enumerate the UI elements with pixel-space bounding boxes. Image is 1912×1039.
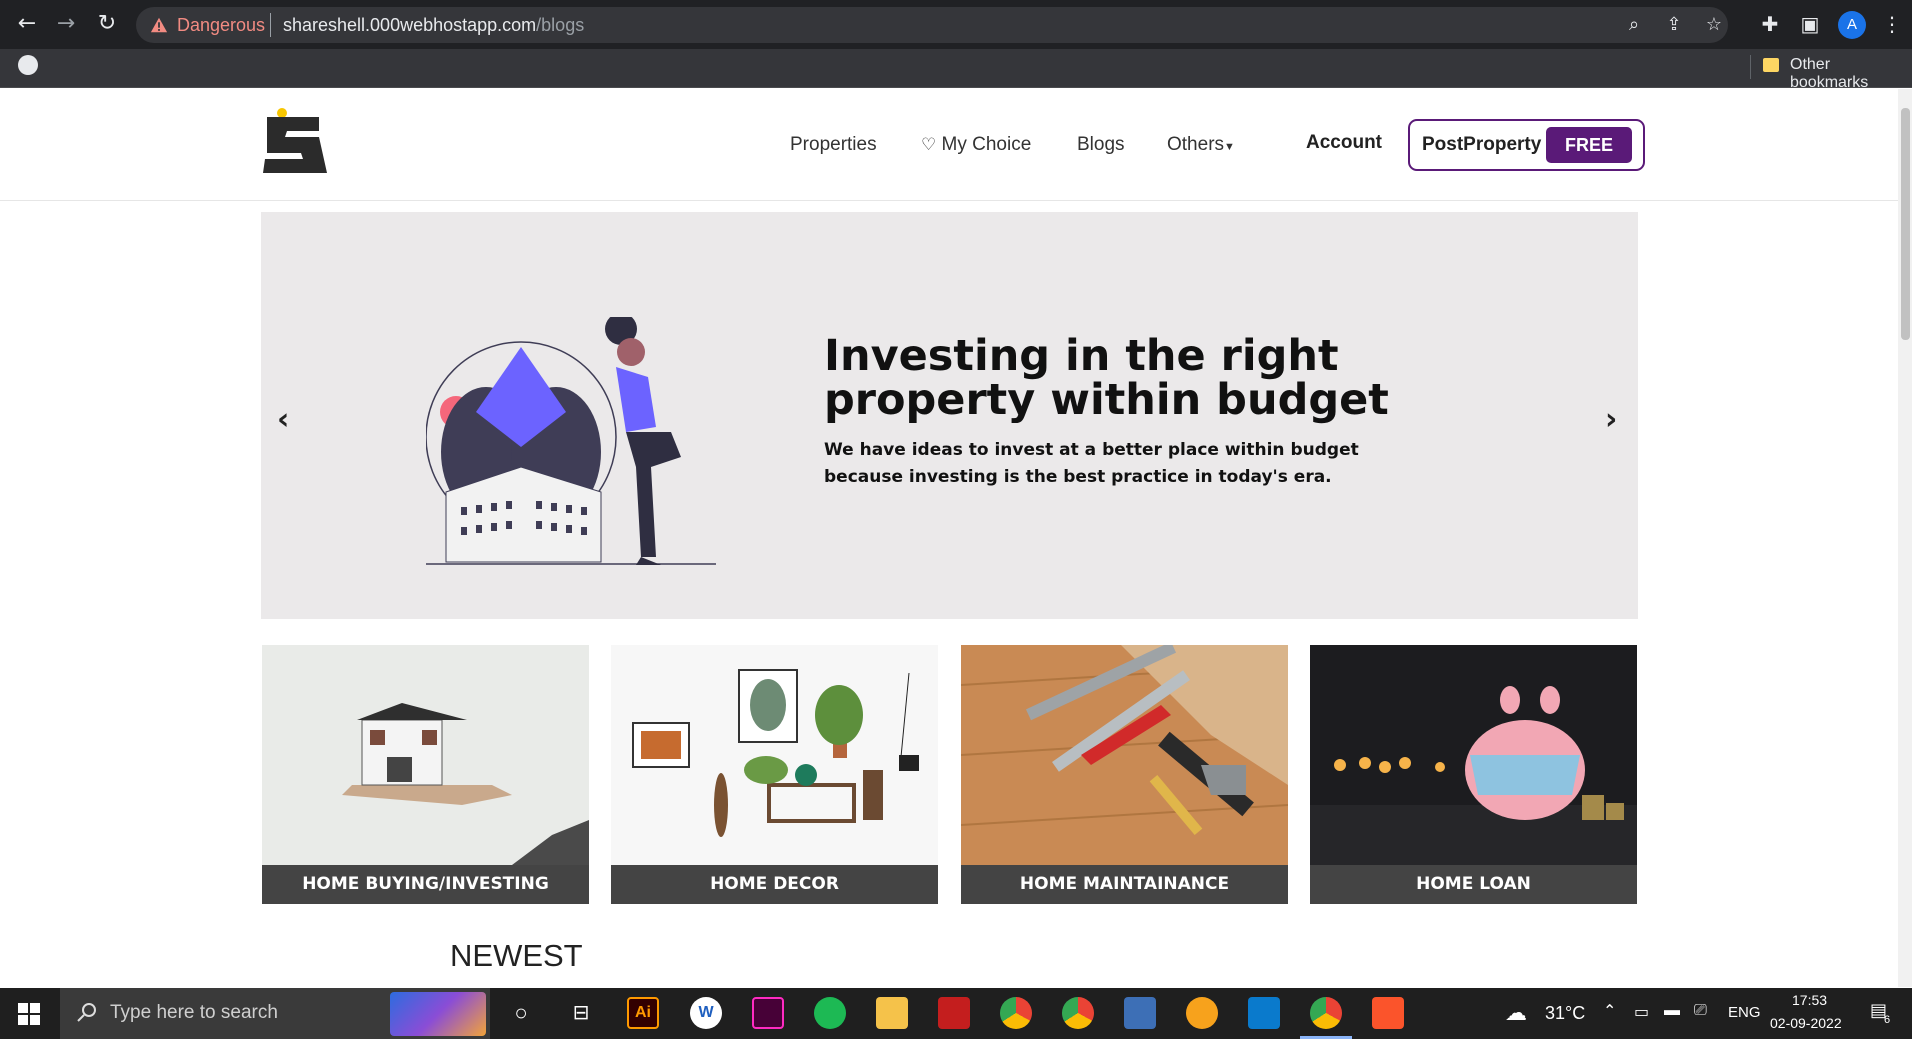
category-card-decor[interactable]: HOME DECOR [611, 645, 938, 904]
display-icon[interactable]: ⎚ [1694, 1002, 1707, 1020]
caret-down-icon: ▼ [1224, 141, 1235, 153]
cortana-icon[interactable]: ○ [505, 997, 537, 1029]
nav-my-choice[interactable]: ♡ My Choice [921, 134, 1031, 156]
account-link[interactable]: Account [1306, 132, 1382, 154]
search-icon [77, 1003, 96, 1022]
globe-icon[interactable] [18, 55, 38, 75]
warning-icon [150, 17, 168, 33]
extensions-icon[interactable]: ✚ [1756, 10, 1784, 38]
windows-start-icon[interactable] [18, 1003, 40, 1025]
notification-count: 6 [1884, 1014, 1891, 1026]
hero-subtitle: We have ideas to invest at a better plac… [824, 440, 1359, 487]
file-explorer-icon[interactable] [876, 997, 908, 1029]
site-logo[interactable] [261, 107, 329, 175]
category-label: HOME LOAN [1310, 865, 1637, 904]
tray-chevron-icon[interactable]: ⌃ [1603, 1001, 1616, 1021]
illustrator-icon[interactable]: Ai [627, 997, 659, 1029]
url-text[interactable]: shareshell.000webhostapp.com/blogs [283, 15, 584, 36]
share-icon[interactable]: ⇪ [1662, 13, 1686, 37]
category-card-buying[interactable]: HOME BUYING/INVESTING [262, 645, 589, 904]
vscode-icon[interactable] [1248, 997, 1280, 1029]
chrome-icon[interactable] [1000, 997, 1032, 1029]
app-red-icon[interactable] [938, 997, 970, 1029]
piggy-bank-image [1310, 645, 1637, 865]
url-divider [270, 13, 271, 37]
bookmarks-divider [1750, 55, 1751, 79]
reload-icon[interactable]: ↻ [93, 10, 121, 38]
brave-icon[interactable] [1372, 997, 1404, 1029]
weather-icon[interactable]: ☁ [1505, 1000, 1527, 1026]
forward-icon[interactable]: → [52, 10, 80, 38]
adobe-xd-icon[interactable] [752, 997, 784, 1029]
laptop-app-icon[interactable] [1124, 997, 1156, 1029]
security-label[interactable]: Dangerous [177, 15, 265, 36]
post-property-label: PostProperty [1422, 134, 1542, 155]
nav-blogs[interactable]: Blogs [1077, 134, 1125, 156]
folder-icon [1763, 58, 1779, 72]
property-illustration [426, 317, 716, 565]
spotify-icon[interactable] [814, 997, 846, 1029]
nav-others[interactable]: Others▼ [1167, 134, 1235, 156]
carousel-prev-button[interactable]: ‹ [277, 402, 289, 437]
app-orange-icon[interactable] [1186, 997, 1218, 1029]
network-icon[interactable]: ▭ [1634, 1002, 1649, 1022]
bookmark-star-icon[interactable]: ☆ [1702, 13, 1726, 37]
category-label: HOME DECOR [611, 865, 938, 904]
home-decor-image [611, 645, 938, 865]
category-card-maintenance[interactable]: HOME MAINTAINANCE [961, 645, 1288, 904]
hero-carousel: ‹ Investing in the right property within… [261, 212, 1638, 619]
address-bar[interactable]: Dangerous shareshell.000webhostapp.com/b… [136, 7, 1728, 43]
category-card-loan[interactable]: HOME LOAN [1310, 645, 1637, 904]
house-model-image [262, 645, 589, 865]
nav-properties[interactable]: Properties [790, 134, 877, 156]
menu-icon[interactable]: ⋮ [1878, 10, 1906, 38]
weather-temp[interactable]: 31°C [1545, 1003, 1585, 1024]
search-placeholder: Type here to search [110, 1002, 278, 1023]
taskbar: Type here to search ○ ⊟ Ai W ☁ 31°C ⌃ ▭ … [0, 988, 1912, 1039]
chrome-active-icon[interactable] [1310, 997, 1342, 1029]
clock-time[interactable]: 17:53 [1792, 992, 1827, 1008]
bookmarks-bar [0, 49, 1912, 88]
category-label: HOME MAINTAINANCE [961, 865, 1288, 904]
browser-toolbar: ← → ↻ Dangerous shareshell.000webhostapp… [0, 0, 1912, 49]
back-icon[interactable]: ← [13, 10, 41, 38]
word-icon[interactable]: W [690, 997, 722, 1029]
heart-icon: ♡ [921, 135, 937, 155]
side-panel-icon[interactable]: ▣ [1796, 10, 1824, 38]
zoom-icon[interactable]: ⌕ [1622, 13, 1646, 37]
taskbar-search[interactable]: Type here to search [60, 988, 490, 1039]
language-indicator[interactable]: ENG [1728, 1004, 1761, 1021]
chrome-profile-icon[interactable] [1062, 997, 1094, 1029]
hero-title: Investing in the right property within b… [824, 331, 1389, 425]
tools-image [961, 645, 1288, 865]
carousel-next-button[interactable]: › [1605, 402, 1617, 437]
other-bookmarks[interactable]: Other bookmarks [1790, 56, 1912, 92]
post-property-button[interactable]: PostProperty FREE [1408, 119, 1645, 171]
search-highlight-art [390, 992, 486, 1036]
scrollbar-thumb[interactable] [1901, 108, 1910, 340]
clock-date[interactable]: 02-09-2022 [1770, 1015, 1842, 1031]
free-badge: FREE [1546, 127, 1632, 163]
site-header: Properties ♡ My Choice Blogs Others▼ Acc… [0, 89, 1898, 201]
category-label: HOME BUYING/INVESTING [262, 865, 589, 904]
battery-icon[interactable]: ▬ [1664, 1002, 1680, 1020]
profile-avatar[interactable]: A [1838, 11, 1866, 39]
task-view-icon[interactable]: ⊟ [565, 997, 597, 1029]
section-heading-newest: NEWEST [450, 938, 583, 973]
